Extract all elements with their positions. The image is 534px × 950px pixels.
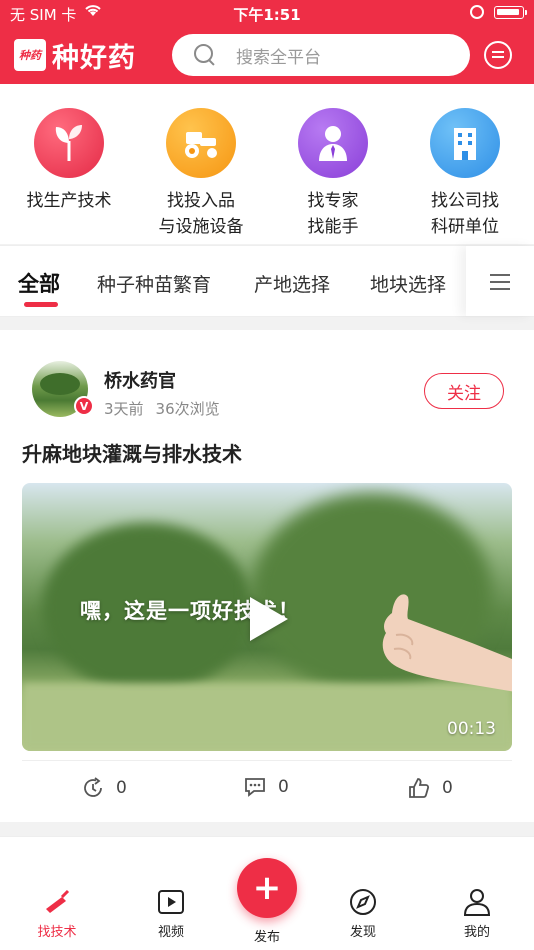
category-inputs-equipment[interactable]: 找投入品 与设施设备 (135, 108, 267, 240)
publish-label: 发布 (253, 930, 280, 945)
tab-origin-selection[interactable]: 产地选择 (254, 270, 330, 297)
expert-icon (298, 108, 368, 178)
play-icon[interactable] (250, 597, 288, 641)
category-label: 找公司找 科研单位 (431, 191, 499, 237)
battery-icon (494, 6, 527, 19)
sprout-icon (34, 108, 104, 178)
like-action[interactable]: 0 (408, 777, 453, 799)
active-tab-indicator (24, 302, 58, 307)
post-title[interactable]: 升麻地块灌溉与排水技术 (22, 438, 242, 467)
tabbar-label: 视频 (157, 925, 184, 940)
video-player[interactable]: 嘿，这是一项好技术！ 00:13 (22, 483, 512, 751)
like-count: 0 (442, 778, 453, 798)
building-icon (430, 108, 500, 178)
thumbs-up-image (382, 594, 512, 692)
comment-action[interactable]: 0 (244, 777, 289, 797)
video-duration: 00:13 (447, 719, 496, 739)
category-experts[interactable]: 找专家 找能手 (267, 108, 399, 240)
post-actions: 0 0 0 (22, 760, 512, 816)
tabbar-video[interactable]: 视频 (131, 887, 211, 940)
status-bar: 无 SIM 卡 下午1:51 (0, 0, 534, 28)
search-placeholder: 搜索全平台 (236, 47, 321, 68)
tab-plot-selection[interactable]: 地块选择 (370, 270, 446, 297)
category-label: 找专家 找能手 (307, 191, 359, 237)
thumbs-up-icon (409, 778, 430, 798)
post-time: 3天前 (104, 400, 144, 418)
tabbar-find-tech[interactable]: 找技术 (17, 887, 97, 940)
post-card[interactable]: V 桥水药官 3天前 36次浏览 关注 升麻地块灌溉与排水技术 嘿，这是一项好技术… (0, 330, 534, 822)
logo-mark: 种药 (14, 39, 46, 71)
hoe-icon (42, 887, 72, 917)
share-action[interactable]: 0 (82, 777, 127, 799)
category-production-tech[interactable]: 找生产技术 (3, 108, 135, 214)
tab-seed-breeding[interactable]: 种子种苗繁育 (97, 270, 211, 297)
tab-all[interactable]: 全部 (18, 268, 60, 298)
category-label: 找生产技术 (26, 191, 112, 211)
tabbar-label: 找技术 (37, 925, 77, 940)
comment-count: 0 (278, 777, 289, 797)
message-icon[interactable] (484, 41, 512, 69)
category-companies-research[interactable]: 找公司找 科研单位 (399, 108, 531, 240)
tabbar-label: 我的 (463, 925, 490, 940)
tabbar-label: 发现 (349, 925, 376, 940)
follow-button[interactable]: 关注 (424, 373, 504, 409)
tabbar-profile[interactable]: 我的 (437, 887, 517, 940)
share-icon (84, 777, 102, 797)
search-bar[interactable]: 搜索全平台 (172, 34, 470, 76)
category-label: 找投入品 与设施设备 (158, 191, 244, 237)
video-icon (156, 887, 186, 917)
tractor-icon (166, 108, 236, 178)
comment-icon (245, 778, 265, 797)
filter-tabs: 全部 种子种苗繁育 产地选择 地块选择 (0, 245, 534, 317)
compass-icon (348, 887, 378, 917)
app-header: 无 SIM 卡 下午1:51 种药 种好药 搜索全平台 (0, 0, 534, 84)
user-icon (462, 887, 492, 917)
tab-menu-icon[interactable] (466, 246, 534, 316)
share-count: 0 (116, 778, 127, 798)
tabbar-discover[interactable]: 发现 (323, 887, 403, 940)
search-icon (194, 44, 216, 66)
verified-badge: V (74, 396, 94, 416)
post-views: 36次浏览 (155, 400, 220, 418)
app-logo: 种药 种好药 (14, 38, 136, 74)
category-grid: 找生产技术 找投入品 与设施设备 找专家 找能手 找公司找 科研单位 (0, 84, 534, 244)
post-meta: 3天前 36次浏览 (104, 398, 220, 419)
status-time: 下午1:51 (233, 6, 301, 24)
publish-button[interactable]: + (237, 858, 297, 918)
rotation-lock-icon (470, 5, 484, 19)
app-name: 种好药 (52, 42, 136, 74)
author-name[interactable]: 桥水药官 (104, 367, 176, 393)
